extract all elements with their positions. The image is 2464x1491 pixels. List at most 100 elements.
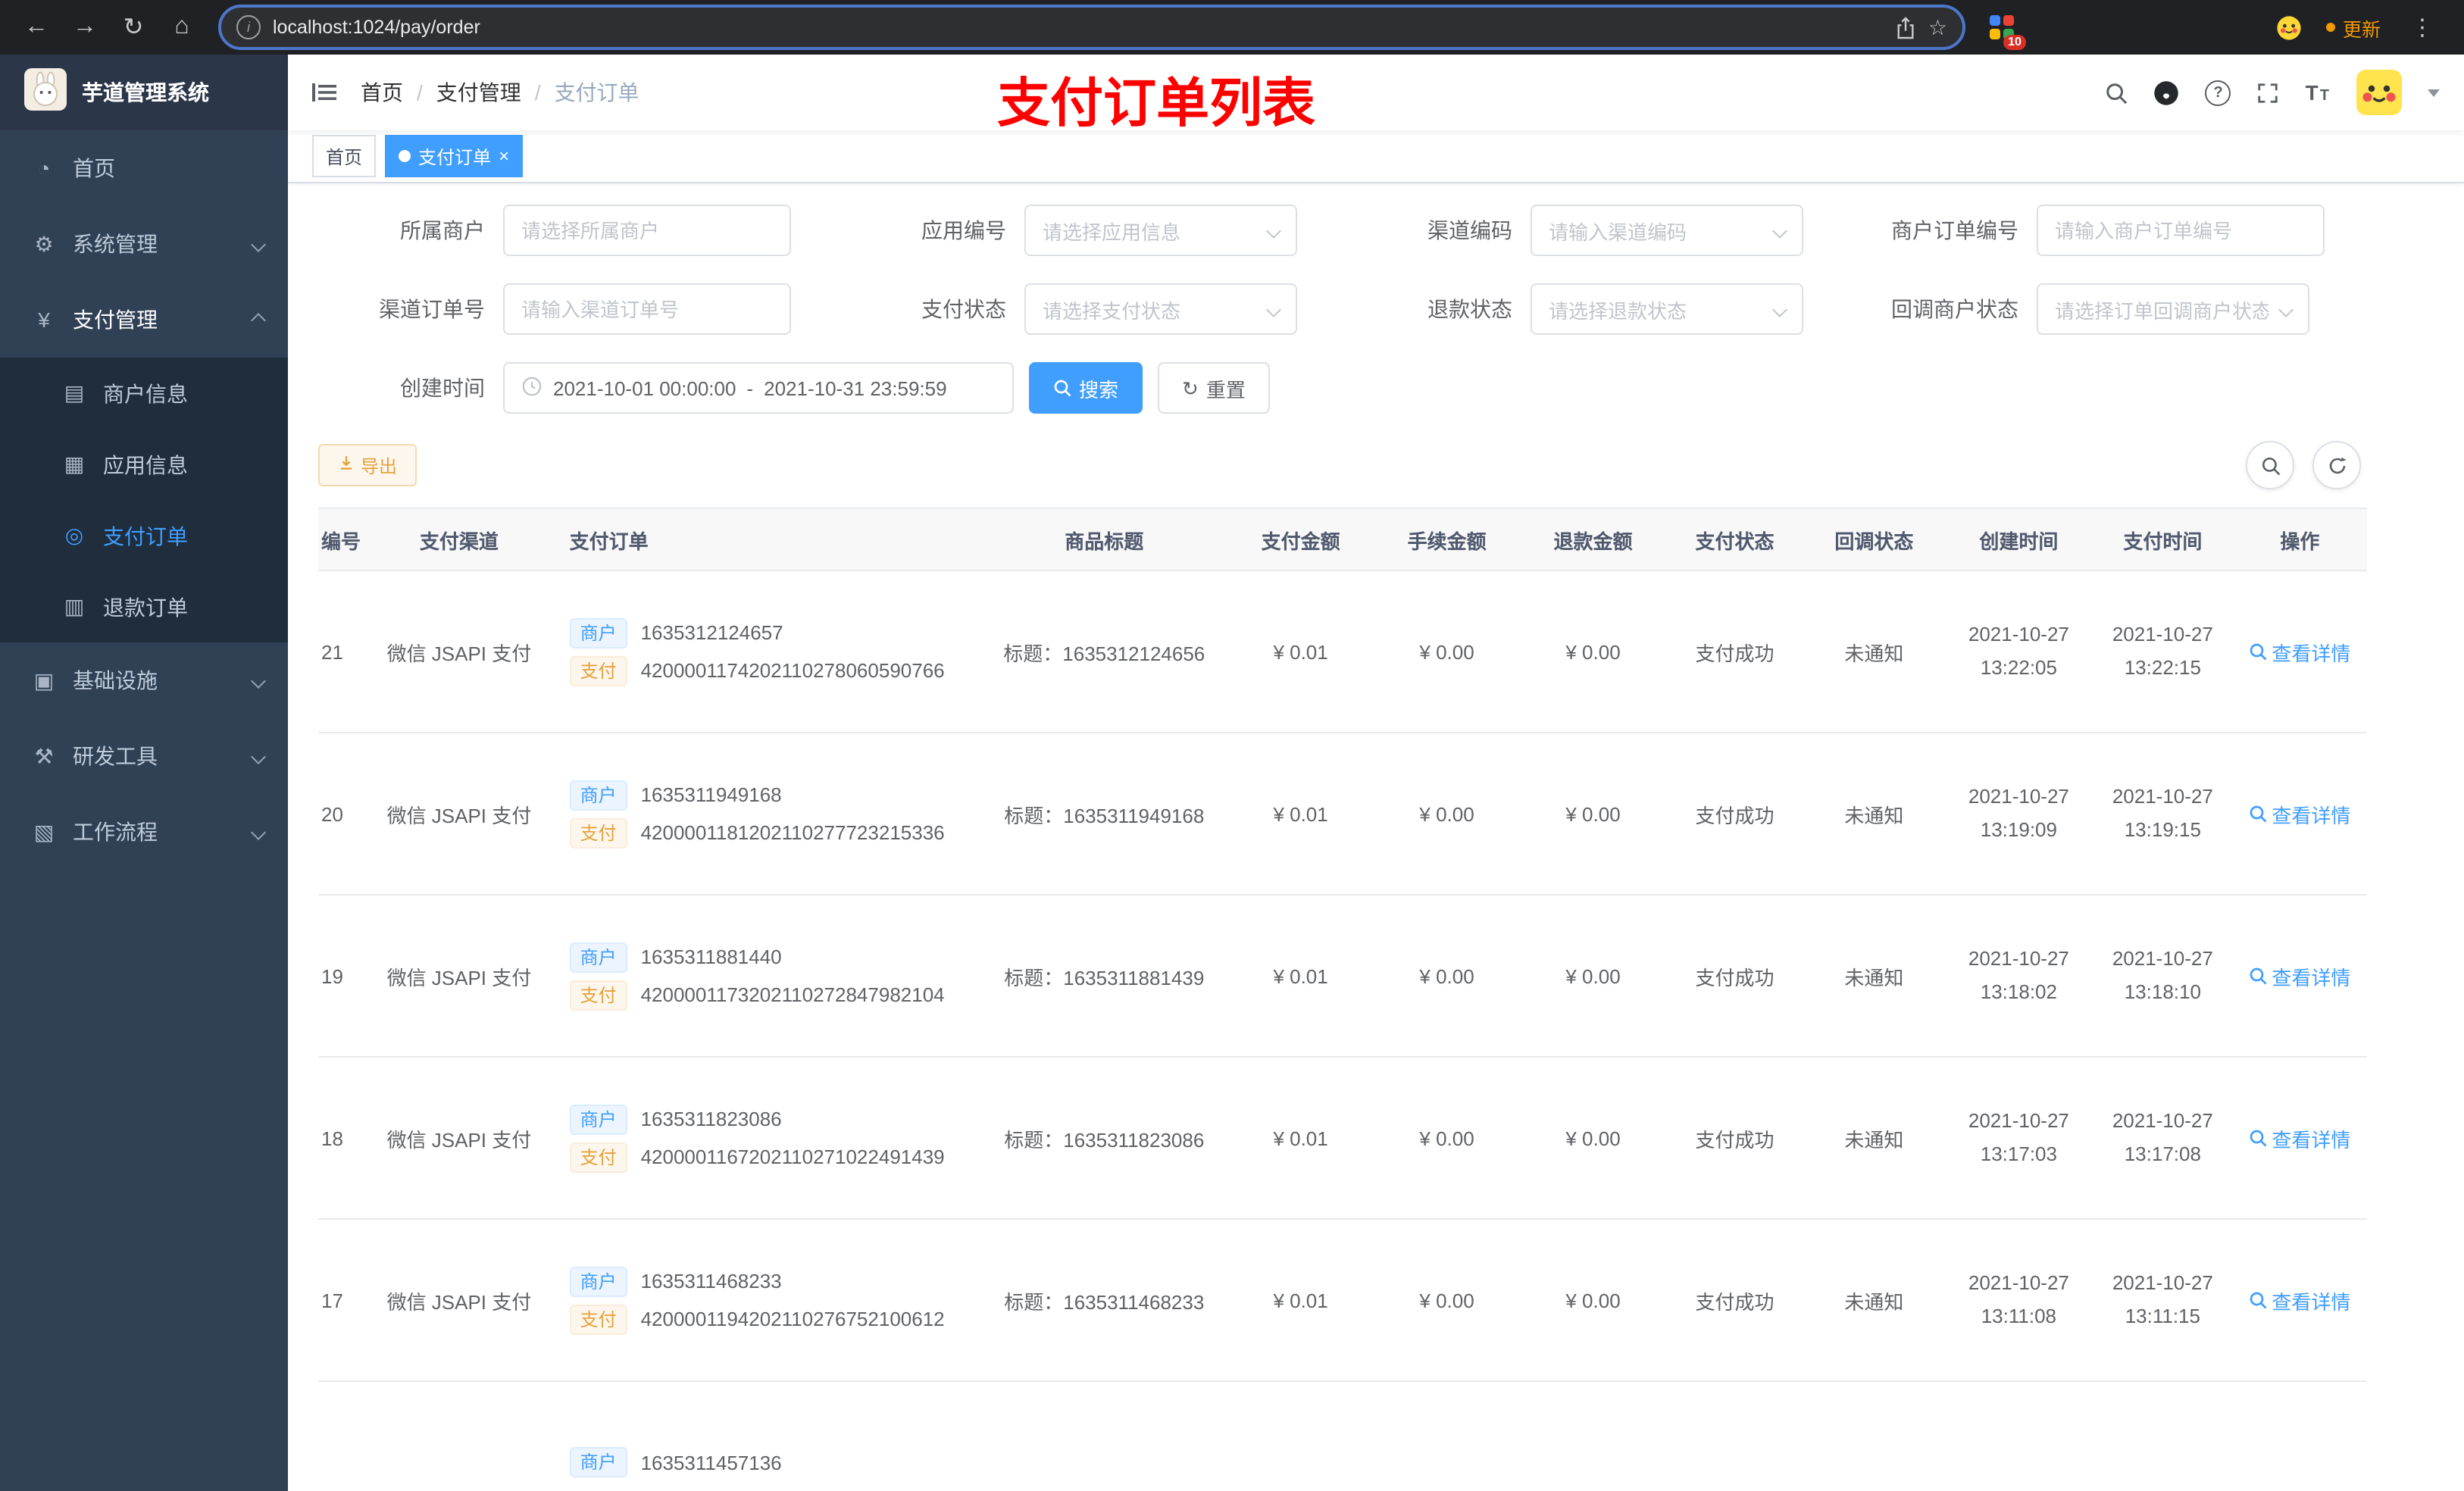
app-title: 芋道管理系统: [82, 80, 209, 105]
sidebar-item-refund-order[interactable]: ▥ 退款订单: [0, 571, 288, 642]
breadcrumb-home[interactable]: 首页: [361, 77, 403, 108]
update-dot: [2325, 23, 2335, 32]
channel-code-select[interactable]: 请输入渠道编码: [1531, 205, 1803, 256]
sidebar-item-workflow[interactable]: ▧ 工作流程: [0, 794, 288, 870]
extension-grid-icon[interactable]: 10: [1989, 14, 2026, 49]
app-logo-row[interactable]: 芋道管理系统: [0, 55, 288, 130]
share-icon[interactable]: [1896, 16, 1916, 39]
channel-order-no-input[interactable]: [503, 283, 791, 335]
cell-order: 商户 1635311881440 支付 4200001173202110272847…: [554, 895, 981, 1058]
cell-action: 查看详情: [2232, 1057, 2367, 1220]
view-detail-link[interactable]: 查看详情: [2249, 799, 2350, 828]
pay-badge: 支付: [569, 655, 627, 686]
bookmark-star-icon[interactable]: ☆: [1928, 14, 1947, 40]
extension-pin-icon[interactable]: [2235, 14, 2261, 40]
back-icon[interactable]: ←: [15, 6, 58, 48]
view-detail-link[interactable]: 查看详情: [2249, 1286, 2350, 1314]
sidebar-item-system[interactable]: ⚙ 系统管理: [0, 206, 288, 282]
cell-create-time: 2021-10-27 13:11:08: [1944, 1219, 2093, 1382]
cell-amount: ¥ 0.01: [1227, 733, 1374, 896]
help-icon[interactable]: ?: [2205, 80, 2231, 105]
cell-order: 商户 1635311823086 支付 4200001167202110271022…: [554, 1057, 981, 1220]
chevron-down-icon: [1266, 223, 1281, 238]
filter-label: 支付状态: [921, 297, 1006, 321]
reload-icon[interactable]: ↻: [112, 6, 155, 48]
refresh-icon: ↻: [1182, 377, 1199, 399]
merchant-badge: 商户: [569, 1447, 627, 1477]
cell-create-time: 2021-10-27 13:18:02: [1944, 895, 2093, 1058]
toggle-search-button[interactable]: [2246, 441, 2294, 489]
pay-badge: 支付: [569, 980, 627, 1010]
col-notify: 回调状态: [1803, 508, 1945, 571]
cell-title: 标题：1635311881439: [980, 895, 1228, 1058]
sidebar-item-pay-order[interactable]: ◎ 支付订单: [0, 500, 288, 571]
search-icon[interactable]: [2106, 81, 2128, 104]
extension-gray-icon[interactable]: [2112, 14, 2138, 40]
view-detail-link[interactable]: 查看详情: [2249, 961, 2350, 990]
cell-refund: ¥ 0.00: [1520, 895, 1667, 1058]
tag-pay-order[interactable]: 支付订单 ×: [385, 135, 524, 177]
tag-home[interactable]: 首页: [312, 135, 377, 177]
merchant-order-no: 1635311457136: [640, 1451, 782, 1474]
update-button[interactable]: 更新: [2317, 13, 2390, 42]
sidebar-item-devtools[interactable]: ⚒ 研发工具: [0, 718, 288, 794]
active-dot: [399, 150, 411, 162]
col-pay-time: 支付时间: [2092, 508, 2233, 571]
cell-title: 标题：1635311468233: [980, 1219, 1228, 1382]
extension-dark-icon[interactable]: [2072, 14, 2097, 40]
sidebar-item-home[interactable]: ◔ 首页: [0, 130, 288, 206]
extension-green-square-icon[interactable]: [2194, 14, 2220, 40]
browser-menu-kebab-icon[interactable]: ⋮: [2405, 14, 2440, 41]
extension-drop-icon[interactable]: [2031, 14, 2056, 40]
view-detail-link[interactable]: 查看详情: [2249, 637, 2350, 666]
user-dropdown-caret-icon[interactable]: [2428, 89, 2440, 96]
merchant-badge: 商户: [569, 1266, 627, 1296]
font-size-icon[interactable]: TT: [2306, 80, 2331, 105]
view-detail-link[interactable]: 查看详情: [2249, 1124, 2350, 1152]
fullscreen-icon[interactable]: [2257, 81, 2280, 104]
tags-view: 首页 支付订单 ×: [288, 130, 2464, 183]
notify-status-select[interactable]: 请选择订单回调商户状态: [2037, 283, 2309, 335]
url-text: localhost:1024/pay/order: [273, 17, 480, 38]
refund-status-select[interactable]: 请选择退款状态: [1531, 283, 1803, 335]
merchant-input[interactable]: [503, 205, 791, 256]
col-title: 商品标题: [980, 508, 1228, 571]
chevron-down-icon: [251, 236, 266, 252]
cell-action: 查看详情: [2232, 895, 2367, 1058]
cell-pay-time: 2021-10-27 13:18:10: [2092, 895, 2233, 1058]
user-avatar[interactable]: [2356, 70, 2402, 115]
cell-refund: ¥ 0.00: [1520, 733, 1667, 896]
sidebar-item-app-info[interactable]: ▦ 应用信息: [0, 429, 288, 500]
cell-status: 支付成功: [1666, 733, 1803, 896]
create-time-range-picker[interactable]: 2021-10-01 00:00:00 - 2021-10-31 23:59:5…: [503, 362, 1014, 414]
home-icon[interactable]: ⌂: [161, 6, 203, 48]
github-icon[interactable]: [2154, 80, 2180, 105]
sidebar-toggle-icon[interactable]: [312, 80, 336, 105]
pay-status-select[interactable]: 请选择支付状态: [1024, 283, 1297, 335]
address-bar[interactable]: i localhost:1024/pay/order ☆: [218, 5, 1965, 50]
workflow-icon: ▧: [33, 819, 55, 843]
cell-notify: 未通知: [1803, 895, 1945, 1058]
sidebar-item-merchant-info[interactable]: ▤ 商户信息: [0, 358, 288, 429]
site-info-icon[interactable]: i: [236, 15, 261, 39]
app-select[interactable]: 请选择应用信息: [1024, 205, 1297, 256]
filter-label: 所属商户: [400, 218, 485, 242]
forward-icon[interactable]: →: [64, 6, 106, 48]
col-refund: 退款金额: [1520, 508, 1667, 571]
sidebar-item-payment[interactable]: ¥ 支付管理: [0, 282, 288, 358]
cell-order: 商户 1635311949168 支付 4200001181202110277723…: [554, 733, 981, 896]
reset-button[interactable]: ↻ 重置: [1158, 362, 1270, 414]
cell-channel: 微信 JSAPI 支付: [364, 733, 555, 896]
filter-label: 应用编号: [921, 218, 1006, 242]
close-icon[interactable]: ×: [499, 147, 509, 165]
chevron-down-icon: [251, 749, 266, 764]
export-button[interactable]: 导出: [318, 444, 417, 486]
refresh-table-button[interactable]: [2312, 441, 2361, 489]
profile-avatar[interactable]: [2276, 14, 2302, 40]
extension-green-circle-icon[interactable]: [2153, 14, 2179, 40]
merchant-order-no-input[interactable]: [2037, 205, 2325, 256]
filter-label: 渠道编码: [1427, 218, 1512, 242]
search-button[interactable]: 搜索: [1029, 362, 1143, 414]
sidebar-item-infra[interactable]: ▣ 基础设施: [0, 642, 288, 718]
breadcrumb-payment[interactable]: 支付管理: [436, 77, 521, 108]
